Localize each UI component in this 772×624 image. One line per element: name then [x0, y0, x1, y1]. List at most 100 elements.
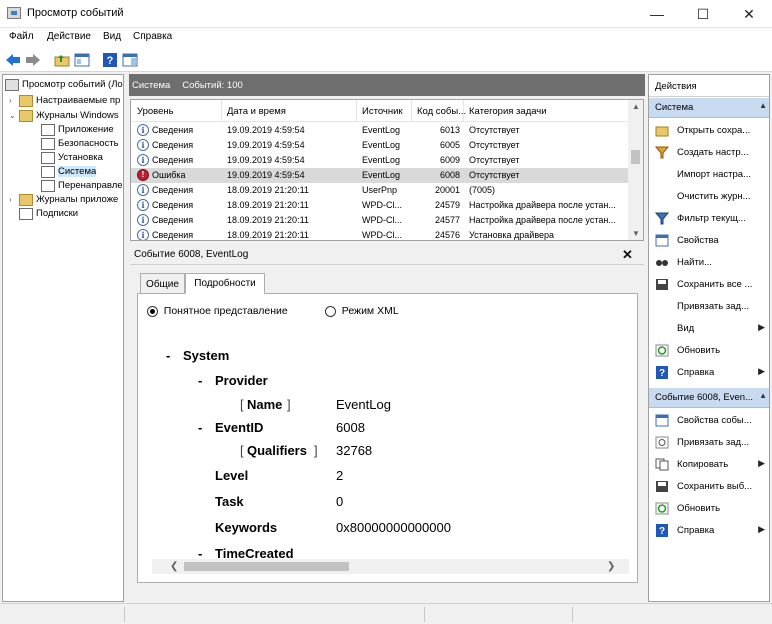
- back-button[interactable]: [4, 51, 22, 69]
- scroll-thumb[interactable]: [184, 562, 349, 571]
- action-attach-task-to-log[interactable]: Привязать зад...: [649, 296, 769, 317]
- action-import-custom-view[interactable]: Импорт настра...: [649, 164, 769, 185]
- table-row-selected[interactable]: ! Ошибка 19.09.2019 4:59:54 EventLog 600…: [131, 168, 628, 183]
- action-save-selected-events[interactable]: Сохранить выб...: [649, 476, 769, 497]
- tree-item-event-viewer[interactable]: Просмотр событий (Ло: [5, 77, 123, 92]
- radio-unselected-icon: [325, 305, 336, 317]
- column-datetime[interactable]: Дата и время: [227, 106, 286, 117]
- action-filter-current-log[interactable]: Фильтр текущ...: [649, 208, 769, 229]
- forward-button[interactable]: [24, 51, 42, 69]
- action-attach-task-to-event[interactable]: Привязать зад...: [649, 432, 769, 453]
- table-row[interactable]: i Сведения 18.09.2019 21:20:11 WPD-Cl...…: [131, 228, 628, 240]
- collapse-system-icon[interactable]: -: [166, 348, 170, 363]
- section-label: Система: [655, 102, 694, 113]
- scroll-down-icon[interactable]: ▼: [632, 229, 640, 238]
- action-open-saved-log[interactable]: Открыть сохра...: [649, 120, 769, 141]
- collapse-icon[interactable]: ⌄: [9, 111, 19, 120]
- attach-task-icon: [655, 436, 669, 449]
- actions-section-system[interactable]: Система ▲: [649, 98, 769, 118]
- up-folder-button[interactable]: [53, 51, 71, 69]
- action-help-event[interactable]: ? Справка ▶: [649, 520, 769, 541]
- actions-section-event[interactable]: Событие 6008, Even... ▲: [649, 388, 769, 408]
- menu-view[interactable]: Вид: [103, 31, 121, 42]
- friendly-view-radio[interactable]: Понятное представление: [147, 305, 288, 317]
- toolbar: ?: [0, 48, 772, 72]
- show-actions-button[interactable]: [121, 51, 139, 69]
- tree-item-windows-logs[interactable]: ⌄ Журналы Windows: [9, 108, 119, 123]
- action-find[interactable]: Найти...: [649, 252, 769, 273]
- xml-qualifiers-key: Qualifiers: [247, 443, 307, 458]
- tree-item-system[interactable]: Система: [41, 164, 97, 179]
- tree-item-setup[interactable]: Установка: [41, 150, 103, 165]
- action-label: Справка: [677, 525, 715, 536]
- cell-event-id: 24579: [434, 200, 460, 210]
- tab-details[interactable]: Подробности: [185, 273, 265, 294]
- menu-file[interactable]: Файл: [9, 31, 34, 42]
- xml-qualifiers-value: 32768: [336, 443, 373, 458]
- action-event-properties[interactable]: Свойства собы...: [649, 410, 769, 431]
- maximize-button[interactable]: ☐: [680, 0, 726, 28]
- menu-help[interactable]: Справка: [133, 31, 172, 42]
- tree-item-custom-views[interactable]: › Настраиваемые пр: [9, 93, 120, 108]
- tree-item-label: Подписки: [36, 208, 79, 219]
- collapse-section-icon[interactable]: ▲: [759, 101, 767, 110]
- table-row[interactable]: i Сведения 18.09.2019 21:20:11 UserPnp 2…: [131, 183, 628, 198]
- minimize-button[interactable]: —: [634, 0, 680, 28]
- cell-event-id: 24576: [434, 230, 460, 240]
- expand-icon[interactable]: ›: [9, 195, 19, 204]
- action-refresh-event[interactable]: Обновить: [649, 498, 769, 519]
- expand-icon[interactable]: ›: [9, 96, 19, 105]
- cell-source: EventLog: [362, 155, 401, 165]
- xml-view-radio[interactable]: Режим XML: [325, 305, 399, 317]
- collapse-eventid-icon[interactable]: -: [198, 420, 202, 435]
- radio-selected-icon: [147, 305, 158, 317]
- action-save-all-events[interactable]: Сохранить все ...: [649, 274, 769, 295]
- column-source[interactable]: Источник: [362, 106, 403, 117]
- folder-icon: [19, 94, 33, 107]
- events-vertical-scrollbar[interactable]: ▲ ▼: [628, 100, 643, 240]
- filter-icon: [655, 146, 669, 159]
- cell-event-id: 6009: [439, 155, 460, 165]
- action-refresh[interactable]: Обновить: [649, 340, 769, 361]
- cell-datetime: 18.09.2019 21:20:11: [227, 200, 309, 210]
- tree-item-label: Просмотр событий (Ло: [22, 79, 123, 90]
- scroll-left-icon[interactable]: ❮: [170, 561, 178, 572]
- tree-item-application[interactable]: Приложение: [41, 122, 114, 137]
- save-icon: [656, 481, 668, 492]
- table-row[interactable]: i Сведения 19.09.2019 4:59:54 EventLog 6…: [131, 153, 628, 168]
- tree-item-forwarded[interactable]: Перенаправле: [41, 178, 123, 193]
- table-row[interactable]: i Сведения 18.09.2019 21:20:11 WPD-Cl...…: [131, 213, 628, 228]
- close-window-button[interactable]: ✕: [726, 0, 772, 28]
- table-row[interactable]: i Сведения 19.09.2019 4:59:54 EventLog 6…: [131, 123, 628, 138]
- xml-horizontal-scrollbar[interactable]: ❮ ❯: [152, 559, 629, 574]
- tree-item-subscriptions[interactable]: Подписки: [19, 206, 78, 221]
- tab-general[interactable]: Общие: [140, 273, 185, 294]
- tree-item-security[interactable]: Безопасность: [41, 136, 119, 151]
- action-copy[interactable]: Копировать ▶: [649, 454, 769, 475]
- show-hide-tree-button[interactable]: [73, 51, 91, 69]
- action-clear-log[interactable]: Очистить журн...: [649, 186, 769, 207]
- action-view[interactable]: Вид ▶: [649, 318, 769, 339]
- action-help[interactable]: ? Справка ▶: [649, 362, 769, 383]
- scroll-thumb[interactable]: [631, 150, 640, 164]
- action-create-custom-view[interactable]: Создать настр...: [649, 142, 769, 163]
- cell-level: Сведения: [152, 140, 194, 150]
- column-task-category[interactable]: Категория задачи: [469, 106, 547, 117]
- column-level[interactable]: Уровень: [137, 106, 174, 117]
- collapse-provider-icon[interactable]: -: [198, 373, 202, 388]
- collapse-section-icon[interactable]: ▲: [759, 391, 767, 400]
- tree-item-app-logs[interactable]: › Журналы приложе: [9, 192, 118, 207]
- column-event-id[interactable]: Код собы...: [417, 106, 466, 117]
- table-row[interactable]: i Сведения 19.09.2019 4:59:54 EventLog 6…: [131, 138, 628, 153]
- clear-log-icon: [655, 190, 669, 203]
- log-name: Система: [132, 79, 171, 91]
- scroll-right-icon[interactable]: ❯: [607, 561, 615, 572]
- help-button[interactable]: ?: [101, 51, 119, 69]
- menu-action[interactable]: Действие: [47, 31, 91, 42]
- table-row[interactable]: i Сведения 18.09.2019 21:20:11 WPD-Cl...…: [131, 198, 628, 213]
- action-properties[interactable]: Свойства: [649, 230, 769, 251]
- scroll-up-icon[interactable]: ▲: [632, 102, 640, 111]
- log-icon: [41, 179, 55, 192]
- table-header: Уровень Дата и время Источник Код собы..…: [131, 100, 643, 122]
- info-icon: i: [137, 154, 149, 166]
